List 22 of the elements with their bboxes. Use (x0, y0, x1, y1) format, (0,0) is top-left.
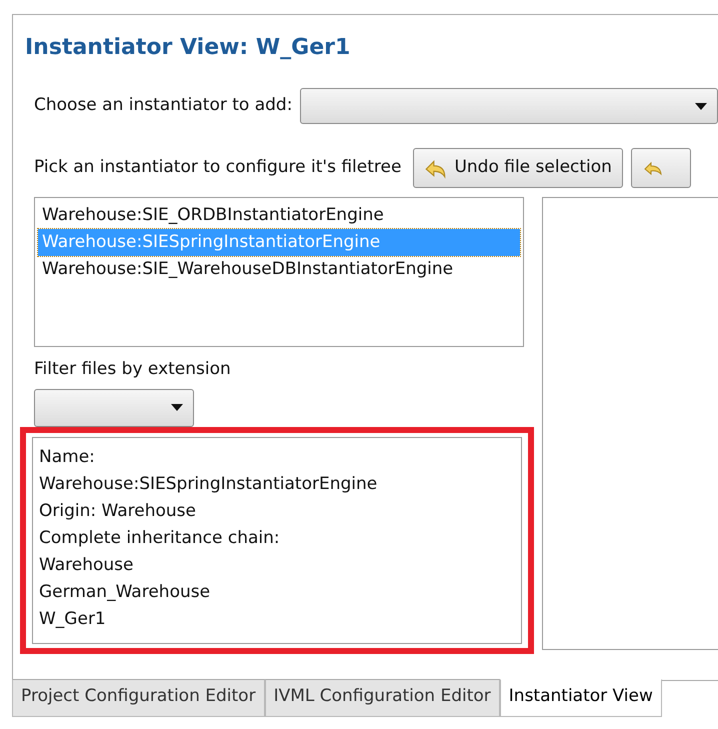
field-label: Pick an instantiator to configure it's filetree (34, 156, 402, 180)
details-line: Name: (39, 446, 96, 468)
details-line: Complete inheritance chain: (39, 526, 281, 550)
caret-icon (171, 404, 183, 411)
extension-dropdown[interactable] (34, 388, 194, 426)
field-label: Choose an instantiator to add: (34, 94, 292, 118)
editor-tab[interactable]: IVML Configuration Editor (264, 679, 500, 716)
details-line: W_Ger1 (39, 608, 107, 630)
list-item[interactable]: Warehouse:SIE_ORDBInstantiatorEngine (38, 202, 520, 229)
instantiator-dropdown[interactable] (300, 88, 718, 124)
details-line: German_Warehouse (39, 580, 212, 604)
view-title: Instantiator View: W_Ger1 (25, 34, 352, 62)
toolbar-button[interactable] (630, 148, 691, 188)
details-line: Origin: Warehouse (39, 500, 197, 522)
list-item[interactable]: Warehouse:SIE_WarehouseDBInstantiatorEngine (38, 256, 520, 283)
details-line: Warehouse:SIESpringInstantiatorEngine (39, 472, 378, 496)
caret-icon (695, 102, 707, 110)
details-line: Warehouse (39, 554, 134, 576)
editor-tab[interactable]: Project Configuration Editor (12, 679, 265, 716)
undo-button[interactable]: Undo file selection (413, 148, 623, 188)
editor-tab[interactable]: Instantiator View (500, 679, 662, 716)
filter-label: Filter files by extension (34, 358, 232, 381)
